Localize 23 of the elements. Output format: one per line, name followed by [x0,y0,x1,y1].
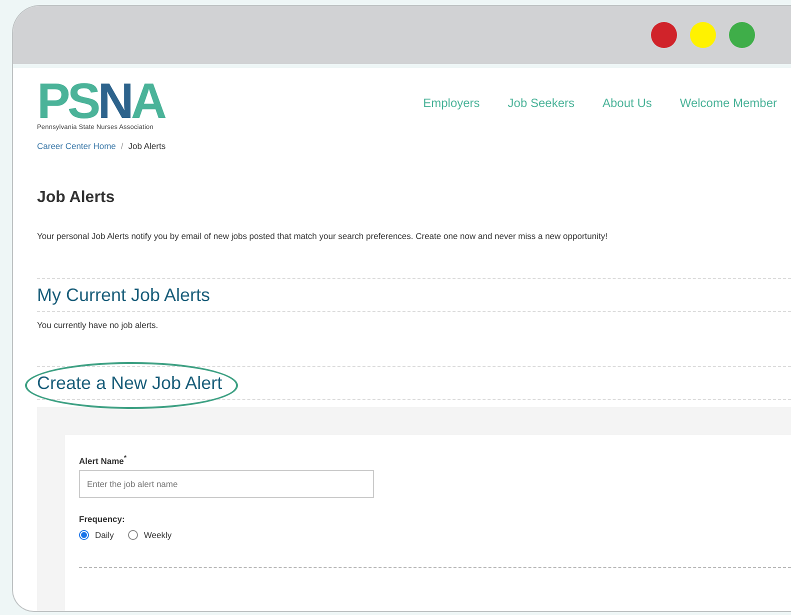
radio-button[interactable] [128,530,138,540]
breadcrumb-current: Job Alerts [128,141,166,151]
radio-label: Daily [95,530,114,540]
nav-link[interactable]: Welcome Member [680,96,777,110]
field-label: Alert Name$^{*}$ [79,455,128,466]
section-heading: Create a New Job Alert [37,372,222,395]
breadcrumb-separator: / [120,141,124,151]
nav-link[interactable]: Employers [423,96,480,110]
window-control-dot[interactable] [729,22,755,48]
logo-wordmark[interactable]: PSNA [37,80,164,122]
section-heading: My Current Job Alerts [37,284,210,307]
empty-state-text: You currently have no job alerts. [37,320,160,330]
window-control-dot[interactable] [651,22,677,48]
page-title: Job Alerts [37,189,116,207]
radio-button[interactable] [79,530,89,540]
nav-link[interactable]: Job Seekers [508,96,574,110]
field-label: Frequency: [79,514,126,524]
breadcrumb-link[interactable]: Career Center Home [37,141,116,151]
intro-text: Your personal Job Alerts notify you by email of new jobs posted that match your search preferences. Create one now and never miss a new opportunity! [37,231,608,241]
alert-name-input[interactable]: Enter the job alert name [79,470,374,498]
radio-label: Weekly [144,530,172,540]
nav-link[interactable]: About Us [602,96,652,110]
window-control-dot[interactable] [690,22,716,48]
